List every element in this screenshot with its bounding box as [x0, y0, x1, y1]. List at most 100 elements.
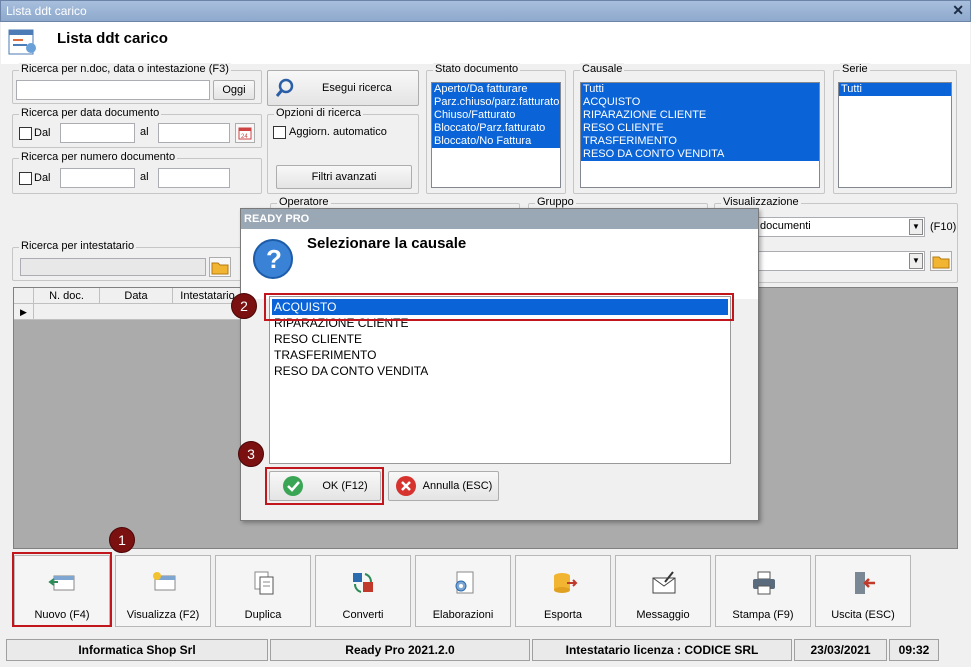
number-to-input[interactable] [158, 168, 230, 188]
search-doc-input[interactable] [16, 80, 210, 100]
folder-icon[interactable] [209, 257, 231, 277]
dialog-title: READY PRO [241, 209, 758, 229]
view-select[interactable]: documenti ▼ [755, 217, 925, 237]
causale-group: Causale Tutti ACQUISTO RIPARAZIONE CLIEN… [573, 63, 825, 194]
exit-icon [855, 572, 875, 594]
convert-button[interactable]: Converti [315, 555, 411, 627]
export-icon [554, 573, 578, 593]
serie-legend: Serie [840, 63, 870, 75]
view-button[interactable]: Visualizza (F2) [115, 555, 211, 627]
document-status-list[interactable]: Aperto/Da fatturare Parz.chiuso/parz.fat… [431, 82, 561, 188]
date-to-input[interactable] [158, 123, 230, 143]
document-status-legend: Stato documento [433, 63, 521, 75]
duplicate-button-label: Duplica [244, 609, 282, 621]
list-item[interactable]: RESO CLIENTE [270, 331, 730, 347]
list-item[interactable]: Aperto/Da fatturare [432, 83, 560, 96]
highlight-ok-button [265, 467, 384, 505]
duplicate-icon [254, 571, 274, 595]
cancel-button[interactable]: Annulla (ESC) [388, 471, 499, 501]
search-by-number-legend: Ricerca per numero documento [19, 151, 178, 163]
processing-button-label: Elaborazioni [432, 609, 494, 621]
advanced-filters-button[interactable]: Filtri avanzati [276, 165, 412, 189]
number-to-label: al [140, 171, 149, 183]
group-legend: Gruppo [535, 196, 576, 208]
list-item[interactable]: TRASFERIMENTO [581, 135, 819, 148]
exit-button[interactable]: Uscita (ESC) [815, 555, 911, 627]
cancel-button-label: Annulla (ESC) [422, 480, 493, 492]
list-item[interactable]: Tutti [581, 83, 819, 96]
printer-icon [753, 571, 775, 595]
run-search-button[interactable]: Esegui ricerca [267, 70, 419, 106]
highlight-acquisto-item [264, 293, 734, 321]
svg-text:?: ? [266, 244, 282, 274]
gear-document-icon [455, 571, 474, 594]
print-button[interactable]: Stampa (F9) [715, 555, 811, 627]
list-item[interactable]: ACQUISTO [581, 96, 819, 109]
date-to-label: al [140, 126, 149, 138]
search-by-doc-legend: Ricerca per n.doc, data o intestazione (… [19, 63, 231, 75]
list-item[interactable]: RESO DA CONTO VENDITA [581, 148, 819, 161]
list-item[interactable]: Bloccato/No Fattura [432, 135, 560, 148]
list-item[interactable]: TRASFERIMENTO [270, 347, 730, 363]
date-from-checkbox[interactable] [19, 127, 32, 140]
duplicate-button[interactable]: Duplica [215, 555, 311, 627]
search-options-group: Opzioni di ricerca Aggiorn. automatico F… [267, 107, 419, 194]
step-marker-3: 3 [238, 441, 264, 467]
close-icon[interactable]: ✕ [952, 2, 964, 19]
dialog-header: ? Selezionare la causale [241, 229, 758, 299]
chevron-down-icon[interactable]: ▼ [909, 253, 923, 269]
chevron-down-icon[interactable]: ▼ [909, 219, 923, 235]
page-header: Lista ddt carico [1, 22, 970, 64]
folder-icon[interactable] [930, 251, 952, 271]
holder-search-legend: Ricerca per intestatario [19, 240, 137, 252]
search-options-legend: Opzioni di ricerca [274, 107, 363, 119]
view-legend: Visualizzazione [721, 196, 801, 208]
serie-list[interactable]: Tutti [838, 82, 952, 188]
list-item[interactable]: RESO DA CONTO VENDITA [270, 363, 730, 379]
list-item[interactable]: Tutti [839, 83, 951, 96]
dialog-causale-list[interactable]: ACQUISTO RIPARAZIONE CLIENTE RESO CLIENT… [269, 296, 731, 464]
step-marker-1: 1 [109, 527, 135, 553]
calendar-icon[interactable]: 24 [235, 123, 255, 143]
number-from-input[interactable] [60, 168, 135, 188]
view-button-label: Visualizza (F2) [126, 609, 200, 621]
list-item[interactable]: Parz.chiuso/parz.fatturato [432, 96, 560, 109]
list-item[interactable]: Bloccato/Parz.fatturato [432, 122, 560, 135]
number-from-checkbox[interactable] [19, 172, 32, 185]
holder-search-group: Ricerca per intestatario [12, 240, 252, 281]
svg-text:24: 24 [241, 134, 248, 140]
convert-icon [353, 573, 373, 593]
message-button[interactable]: Messaggio [615, 555, 711, 627]
status-license: Intestatario licenza : CODICE SRL [532, 639, 792, 661]
causale-list[interactable]: Tutti ACQUISTO RIPARAZIONE CLIENTE RESO … [580, 82, 820, 188]
window-titlebar: Lista ddt carico ✕ [0, 0, 971, 22]
document-status-group: Stato documento Aperto/Da fatturare Parz… [426, 63, 566, 194]
export-button[interactable]: Esporta [515, 555, 611, 627]
list-item[interactable]: RIPARAZIONE CLIENTE [581, 109, 819, 122]
view-shortcut-label: (F10) [930, 221, 957, 233]
status-time: 09:32 [889, 639, 939, 661]
auto-update-checkbox[interactable] [273, 126, 286, 139]
view-secondary-select[interactable]: ▼ [755, 251, 925, 271]
processing-button[interactable]: Elaborazioni [415, 555, 511, 627]
view-document-icon [153, 572, 176, 591]
table-row[interactable] [34, 304, 243, 320]
exit-button-label: Uscita (ESC) [831, 609, 895, 621]
status-company: Informatica Shop Srl [6, 639, 268, 661]
search-by-number-group: Ricerca per numero documento Dal al [12, 151, 262, 194]
list-item[interactable]: Chiuso/Fatturato [432, 109, 560, 122]
document-list-icon [7, 26, 39, 58]
list-item[interactable]: RESO CLIENTE [581, 122, 819, 135]
run-search-label: Esegui ricerca [322, 82, 392, 94]
today-button[interactable]: Oggi [213, 80, 255, 100]
date-from-input[interactable] [60, 123, 135, 143]
grid-header-ndoc[interactable]: N. doc. [34, 288, 100, 304]
holder-input[interactable] [20, 258, 206, 276]
question-icon: ? [251, 237, 295, 281]
window-title: Lista ddt carico [6, 4, 87, 18]
search-by-doc-group: Ricerca per n.doc, data o intestazione (… [12, 63, 262, 104]
date-from-label: Dal [34, 127, 51, 139]
dialog-prompt: Selezionare la causale [307, 235, 467, 252]
grid-header-data[interactable]: Data [100, 288, 173, 304]
cancel-icon [395, 476, 416, 496]
